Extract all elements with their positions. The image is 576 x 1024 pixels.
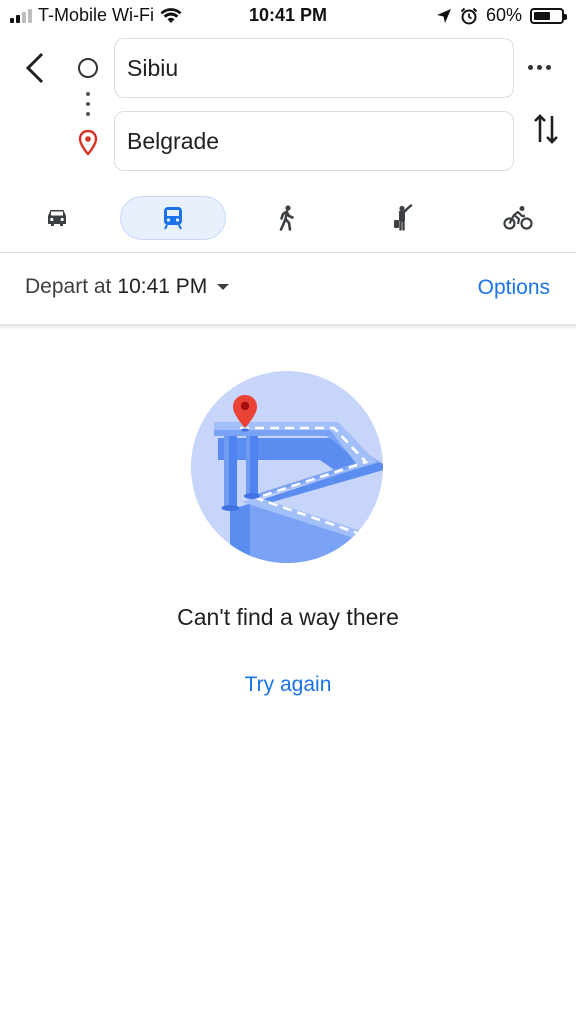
origin-circle-icon: [78, 58, 98, 78]
mode-driving-tab[interactable]: [27, 196, 87, 240]
route-dots-icon: [86, 92, 90, 116]
status-right: 60%: [436, 5, 567, 26]
more-options-button[interactable]: [528, 56, 551, 78]
battery-icon: [530, 7, 567, 24]
depart-label: Depart at: [25, 275, 112, 298]
try-again-button[interactable]: Try again: [0, 673, 576, 697]
dropdown-caret-icon: [217, 284, 230, 290]
origin-input[interactable]: Sibiu: [114, 38, 514, 98]
depart-time: 10:41 PM: [117, 275, 208, 298]
train-icon: [164, 207, 182, 230]
mode-cycling-tab[interactable]: [488, 196, 548, 240]
battery-percent: 60%: [485, 5, 522, 25]
location-arrow-icon: [436, 8, 451, 23]
swap-directions-icon[interactable]: [532, 112, 560, 146]
modes-divider: [0, 252, 576, 253]
destination-input[interactable]: Belgrade: [114, 111, 514, 171]
mode-transit-tab[interactable]: [120, 196, 226, 240]
ride-hail-icon: [394, 204, 413, 231]
empty-state-message: Can't find a way there: [177, 604, 399, 630]
travel-mode-tabs: [0, 196, 576, 240]
options-link[interactable]: Options: [478, 276, 550, 300]
header-shadow: [0, 324, 576, 330]
back-button[interactable]: [18, 50, 52, 86]
bike-icon: [503, 206, 533, 230]
alarm-icon: [460, 7, 478, 24]
mode-ride-tab[interactable]: [374, 196, 434, 240]
car-icon: [48, 210, 66, 226]
status-bar: T-Mobile Wi-Fi 10:41 PM 60%: [0, 0, 576, 32]
depart-time-selector[interactable]: Depart at 10:41 PM: [25, 275, 230, 299]
no-route-illustration: [191, 371, 383, 563]
mode-walking-tab[interactable]: [257, 196, 317, 240]
destination-pin-icon: [78, 130, 98, 156]
walk-icon: [279, 205, 294, 231]
battery-fill: [534, 11, 550, 20]
chevron-left-icon: [25, 52, 44, 84]
